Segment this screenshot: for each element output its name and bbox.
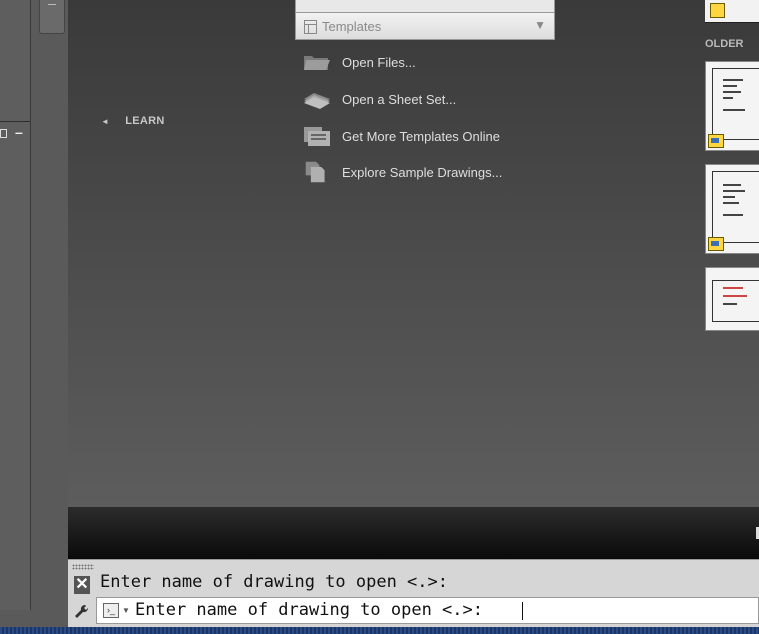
text-cursor — [522, 602, 523, 620]
left-panel: – — [0, 0, 68, 634]
recent-document-thumbnail[interactable] — [705, 61, 759, 151]
restore-icon[interactable] — [0, 129, 7, 138]
recent-document-thumbnail[interactable] — [705, 164, 759, 254]
panel-window-controls: – — [0, 124, 30, 142]
scroll-up-button[interactable] — [39, 0, 65, 34]
templates-dropdown[interactable]: Templates ▼ — [295, 13, 555, 40]
minimize-button[interactable]: – — [15, 124, 23, 140]
learn-label: LEARN — [125, 115, 165, 127]
open-files-link[interactable]: Open Files... — [302, 50, 542, 76]
template-list-bottom — [295, 0, 555, 13]
close-button[interactable]: ✕ — [74, 576, 90, 594]
dropdown-arrow-icon[interactable]: ▼ — [534, 18, 546, 32]
arrow-left-icon: ◄ — [101, 117, 110, 126]
drawing-file-icon — [708, 134, 724, 148]
older-section-label: OLDER — [705, 38, 744, 50]
explore-sample-drawings-label: Explore Sample Drawings... — [342, 165, 503, 180]
drawing-preview — [712, 280, 759, 322]
open-sheet-set-link[interactable]: Open a Sheet Set... — [302, 87, 542, 113]
drag-grip-icon[interactable] — [72, 564, 94, 570]
get-templates-online-link[interactable]: Get More Templates Online — [302, 124, 542, 150]
drawing-file-icon — [710, 3, 725, 18]
get-templates-online-label: Get More Templates Online — [342, 129, 500, 144]
open-files-label: Open Files... — [342, 55, 416, 70]
drawing-preview — [712, 68, 759, 140]
status-bar-edge — [0, 627, 759, 634]
command-input[interactable]: ›_ ▼ Enter name of drawing to open <.>: — [96, 597, 759, 624]
file-tabs-bar — [68, 507, 759, 559]
command-prompt-text: Enter name of drawing to open <.>: — [135, 600, 483, 620]
command-history-line: Enter name of drawing to open <.>: — [100, 572, 448, 592]
recent-document-thumbnail[interactable] — [705, 0, 759, 23]
command-prompt-icon[interactable]: ›_ — [103, 603, 119, 618]
chevron-down-icon[interactable]: ▼ — [122, 606, 130, 615]
templates-label: Templates — [322, 19, 382, 34]
wrench-icon[interactable] — [74, 604, 90, 624]
left-tool-strip — [0, 0, 31, 610]
sheet-set-icon — [304, 93, 330, 109]
start-page — [68, 0, 759, 507]
sample-drawings-icon — [305, 161, 325, 183]
template-icon — [304, 20, 317, 34]
templates-online-icon — [304, 127, 330, 146]
recent-document-thumbnail[interactable] — [705, 267, 759, 331]
folder-open-icon — [304, 56, 330, 70]
command-line: ✕ Enter name of drawing to open <.>: ›_ … — [68, 559, 759, 628]
explore-sample-drawings-link[interactable]: Explore Sample Drawings... — [302, 160, 542, 186]
open-sheet-set-label: Open a Sheet Set... — [342, 92, 457, 107]
drawing-preview — [712, 171, 759, 243]
drawing-file-icon — [708, 237, 724, 251]
learn-tab[interactable]: ◄ LEARN — [101, 115, 165, 127]
panel-divider — [0, 121, 30, 122]
